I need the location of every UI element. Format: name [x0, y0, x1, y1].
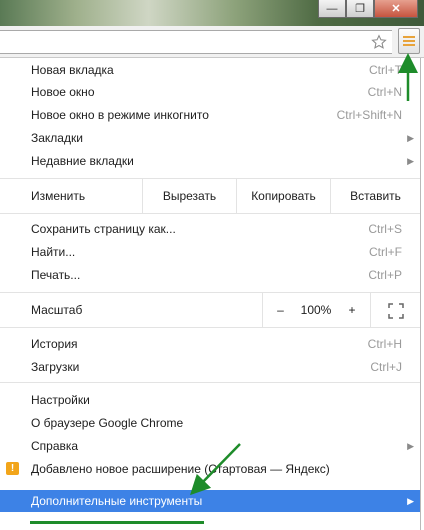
menu-separator: [0, 327, 420, 328]
paste-button[interactable]: Вставить: [330, 179, 420, 213]
edit-label: Изменить: [31, 189, 86, 203]
chevron-right-icon: ▶: [407, 496, 414, 506]
menu-item-find[interactable]: Найти... Ctrl+F: [0, 241, 420, 263]
chrome-menu-button[interactable]: [398, 28, 420, 54]
address-bar[interactable]: [0, 30, 392, 54]
browser-toolbar: [0, 26, 424, 58]
menu-item-more-tools[interactable]: Дополнительные инструменты ▶: [0, 490, 420, 512]
chrome-main-menu: Новая вкладка Ctrl+T Новое окно Ctrl+N Н…: [0, 58, 421, 530]
menu-separator: [0, 213, 420, 214]
fullscreen-button[interactable]: [370, 293, 420, 327]
warning-icon: !: [6, 462, 19, 475]
zoom-label: Масштаб: [31, 303, 83, 317]
menu-item-help[interactable]: Справка ▶: [0, 435, 420, 457]
close-button[interactable]: ✕: [374, 0, 418, 18]
menu-item-history[interactable]: История Ctrl+H: [0, 333, 420, 355]
minimize-button[interactable]: —: [318, 0, 346, 18]
cut-button[interactable]: Вырезать: [142, 179, 236, 213]
window-controls: — ❐ ✕: [318, 0, 418, 18]
menu-item-settings[interactable]: Настройки: [0, 389, 420, 411]
menu-item-new-tab[interactable]: Новая вкладка Ctrl+T: [0, 59, 420, 81]
chevron-right-icon: ▶: [407, 133, 414, 143]
menu-item-print[interactable]: Печать... Ctrl+P: [0, 264, 420, 286]
menu-item-extension-added[interactable]: ! Добавлено новое расширение (Стартовая …: [0, 458, 420, 480]
star-icon[interactable]: [368, 31, 390, 53]
menu-separator: [0, 382, 420, 383]
menu-item-new-window[interactable]: Новое окно Ctrl+N: [0, 81, 420, 103]
annotation-underline: [30, 521, 204, 524]
zoom-value: 100%: [300, 303, 332, 317]
chevron-right-icon: ▶: [407, 156, 414, 166]
zoom-out-button[interactable]: –: [262, 293, 298, 327]
edit-row: Изменить Вырезать Копировать Вставить: [0, 179, 420, 213]
menu-item-bookmarks[interactable]: Закладки ▶: [0, 127, 420, 149]
menu-item-recent-tabs[interactable]: Недавние вкладки ▶: [0, 150, 420, 172]
restore-button[interactable]: ❐: [346, 0, 374, 18]
menu-item-save-page[interactable]: Сохранить страницу как... Ctrl+S: [0, 218, 420, 240]
menu-item-downloads[interactable]: Загрузки Ctrl+J: [0, 356, 420, 378]
menu-item-about[interactable]: О браузере Google Chrome: [0, 412, 420, 434]
zoom-row: Масштаб – 100% +: [0, 293, 420, 327]
fullscreen-icon: [387, 303, 404, 319]
copy-button[interactable]: Копировать: [236, 179, 330, 213]
hamburger-icon: [403, 36, 415, 46]
chevron-right-icon: ▶: [407, 441, 414, 451]
menu-item-incognito[interactable]: Новое окно в режиме инкогнито Ctrl+Shift…: [0, 104, 420, 126]
zoom-in-button[interactable]: +: [334, 293, 370, 327]
